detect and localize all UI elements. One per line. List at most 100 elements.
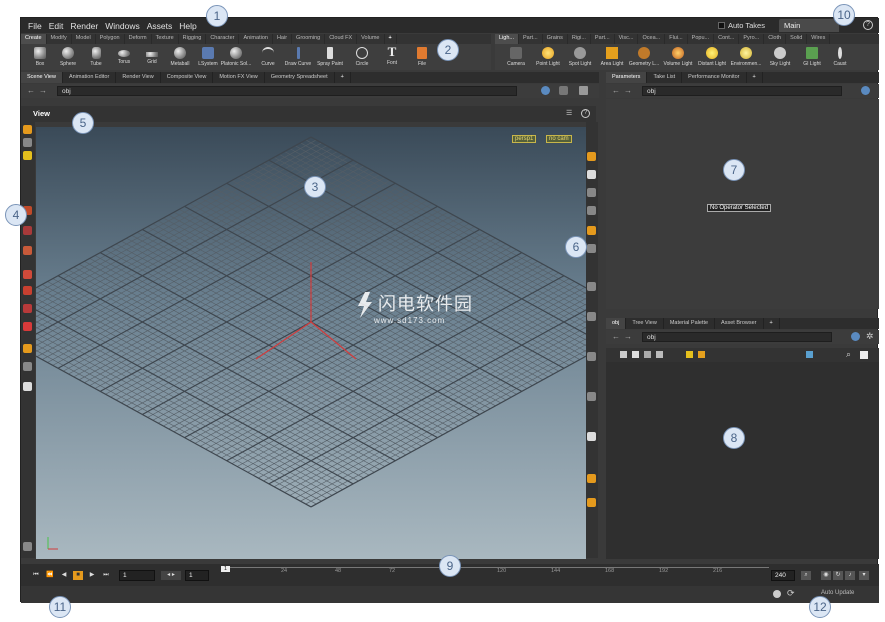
tool-geometry-light[interactable]: Geometry L...	[629, 44, 659, 70]
back-arrow-icon[interactable]: ←	[612, 332, 620, 341]
status-light-icon[interactable]	[773, 590, 781, 598]
camera-menu-badge[interactable]: no cam	[546, 135, 572, 143]
link-icon[interactable]	[559, 86, 568, 95]
persp-camera-badge[interactable]: persp1	[512, 135, 537, 143]
shelf-tab-character[interactable]: Character	[206, 34, 240, 44]
lock-icon[interactable]	[587, 170, 596, 179]
shelf-tab-particles[interactable]: Part...	[519, 34, 543, 44]
maximize-icon[interactable]	[579, 86, 588, 95]
tab-material-palette[interactable]: Material Palette	[664, 318, 716, 329]
shelf-tab-populate[interactable]: Popu...	[688, 34, 715, 44]
start-frame-field[interactable]: 1	[185, 570, 209, 581]
tab-render-view[interactable]: Render View	[116, 72, 161, 83]
shelf-tab-grooming[interactable]: Grooming	[292, 34, 326, 44]
stop-button[interactable]: ■	[73, 571, 83, 580]
flipbook-icon[interactable]	[23, 362, 32, 371]
lock-camera-icon[interactable]	[23, 542, 32, 551]
ghost-icon[interactable]	[587, 152, 596, 161]
tab-animation-editor[interactable]: Animation Editor	[63, 72, 117, 83]
shelf-tab-rigid[interactable]: Rigi...	[568, 34, 591, 44]
shelf-tab-cloth[interactable]: Cloth	[764, 34, 787, 44]
tool-torus[interactable]: Torus	[109, 44, 139, 70]
shelf-tab-texture[interactable]: Texture	[152, 34, 179, 44]
pin-icon[interactable]	[541, 86, 550, 95]
auto-takes-checkbox[interactable]	[718, 22, 725, 29]
menu-windows[interactable]: Windows	[105, 21, 139, 31]
tool-caustic-light[interactable]: Caust	[825, 44, 855, 70]
step-back-icon[interactable]: ⏪	[45, 571, 55, 580]
tool-metaball[interactable]: Metaball	[165, 44, 195, 70]
forward-arrow-icon[interactable]: →	[624, 86, 632, 95]
forward-arrow-icon[interactable]: →	[39, 86, 47, 95]
tool-draw-curve[interactable]: Draw Curve	[283, 44, 313, 70]
display-options-icon[interactable]: ☰	[566, 109, 572, 117]
grid-view-icon[interactable]	[632, 351, 639, 358]
tool-tube[interactable]: Tube	[81, 44, 111, 70]
shelf-tab-fluid[interactable]: Flui...	[665, 34, 688, 44]
shelf-tab-container[interactable]: Cont...	[714, 34, 740, 44]
camera-view-icon[interactable]	[587, 206, 596, 215]
menu-render[interactable]: Render	[70, 21, 98, 31]
list-view-icon[interactable]	[620, 351, 627, 358]
display-option-icon[interactable]	[587, 226, 596, 235]
jump-start-icon[interactable]: ⏮	[31, 571, 41, 580]
tool-grid[interactable]: Grid	[137, 44, 167, 70]
tool-file[interactable]: File	[407, 44, 437, 70]
shelf-tab-oceans[interactable]: Ocea...	[638, 34, 666, 44]
tool-point-light[interactable]: Point Light	[533, 44, 563, 70]
tab-take-list[interactable]: Take List	[647, 72, 683, 83]
loop-icon[interactable]: ↻	[833, 571, 843, 580]
zoom-icon[interactable]: ⌕	[801, 571, 811, 580]
tool-box[interactable]: Box	[25, 44, 55, 70]
magnet-tool-icon[interactable]	[23, 304, 32, 313]
shelf-tab-deform[interactable]: Deform	[125, 34, 152, 44]
shelf-tab-create[interactable]: Create	[21, 34, 47, 44]
tool-environment-light[interactable]: Environmen...	[731, 44, 761, 70]
tab-performance-monitor[interactable]: Performance Monitor	[682, 72, 747, 83]
help-icon[interactable]: ?	[863, 20, 873, 30]
add-shelf-tab-icon[interactable]: +	[385, 34, 397, 44]
gear-icon[interactable]: ✲	[866, 331, 874, 342]
playbar-options-icon[interactable]: ▾	[859, 571, 869, 580]
shelf-tab-viscous[interactable]: Visc...	[615, 34, 639, 44]
tab-parameters[interactable]: Parameters	[606, 72, 648, 83]
desktop-selector[interactable]: Main	[779, 19, 839, 32]
pin-icon[interactable]	[861, 86, 870, 95]
ruler-current-marker[interactable]: 1	[221, 566, 230, 572]
shelf-tab-lights[interactable]: Ligh...	[495, 34, 519, 44]
tool-curve[interactable]: Curve	[253, 44, 283, 70]
add-tab-icon[interactable]: +	[764, 318, 780, 329]
back-arrow-icon[interactable]: ←	[612, 86, 620, 95]
point-display-icon[interactable]	[587, 244, 596, 253]
network-path-field[interactable]: obj	[642, 332, 832, 342]
end-frame-field[interactable]: 240	[771, 570, 795, 581]
snap-tool-icon[interactable]	[23, 286, 32, 295]
table-view-icon[interactable]	[656, 351, 663, 358]
view-help-icon[interactable]: ?	[581, 109, 590, 118]
pose-tool-icon[interactable]	[23, 246, 32, 255]
shelf-tab-rigging[interactable]: Rigging	[179, 34, 207, 44]
network-display-icon[interactable]	[860, 351, 868, 359]
shelf-tab-particle-fluids[interactable]: Part...	[591, 34, 615, 44]
shelf-tab-polygon[interactable]: Polygon	[96, 34, 125, 44]
realtime-icon[interactable]: ◉	[821, 571, 831, 580]
jump-end-icon[interactable]: ⏭	[101, 571, 111, 580]
move-tool-icon[interactable]	[23, 138, 32, 147]
menu-edit[interactable]: Edit	[49, 21, 64, 31]
shelf-tab-grains[interactable]: Grains	[543, 34, 568, 44]
render-region-icon[interactable]	[23, 344, 32, 353]
shelf-tab-modify[interactable]: Modify	[47, 34, 72, 44]
shelf-tab-volume[interactable]: Volume	[357, 34, 385, 44]
pin-icon[interactable]	[851, 332, 860, 341]
tool-spray-paint[interactable]: Spray Paint	[315, 44, 345, 70]
network-box-icon[interactable]	[698, 351, 705, 358]
play-reverse-icon[interactable]: ◀	[59, 571, 69, 580]
vector-display-icon[interactable]	[587, 312, 596, 321]
visualize-icon[interactable]	[587, 474, 596, 483]
tab-geometry-spreadsheet[interactable]: Geometry Spreadsheet	[265, 72, 335, 83]
network-editor[interactable]	[606, 362, 879, 559]
uv-display-icon[interactable]	[587, 392, 596, 401]
tool-area-light[interactable]: Area Light	[597, 44, 627, 70]
tool-font[interactable]: T Font	[377, 44, 407, 70]
tool-platonic[interactable]: Platonic Sol...	[221, 44, 251, 70]
